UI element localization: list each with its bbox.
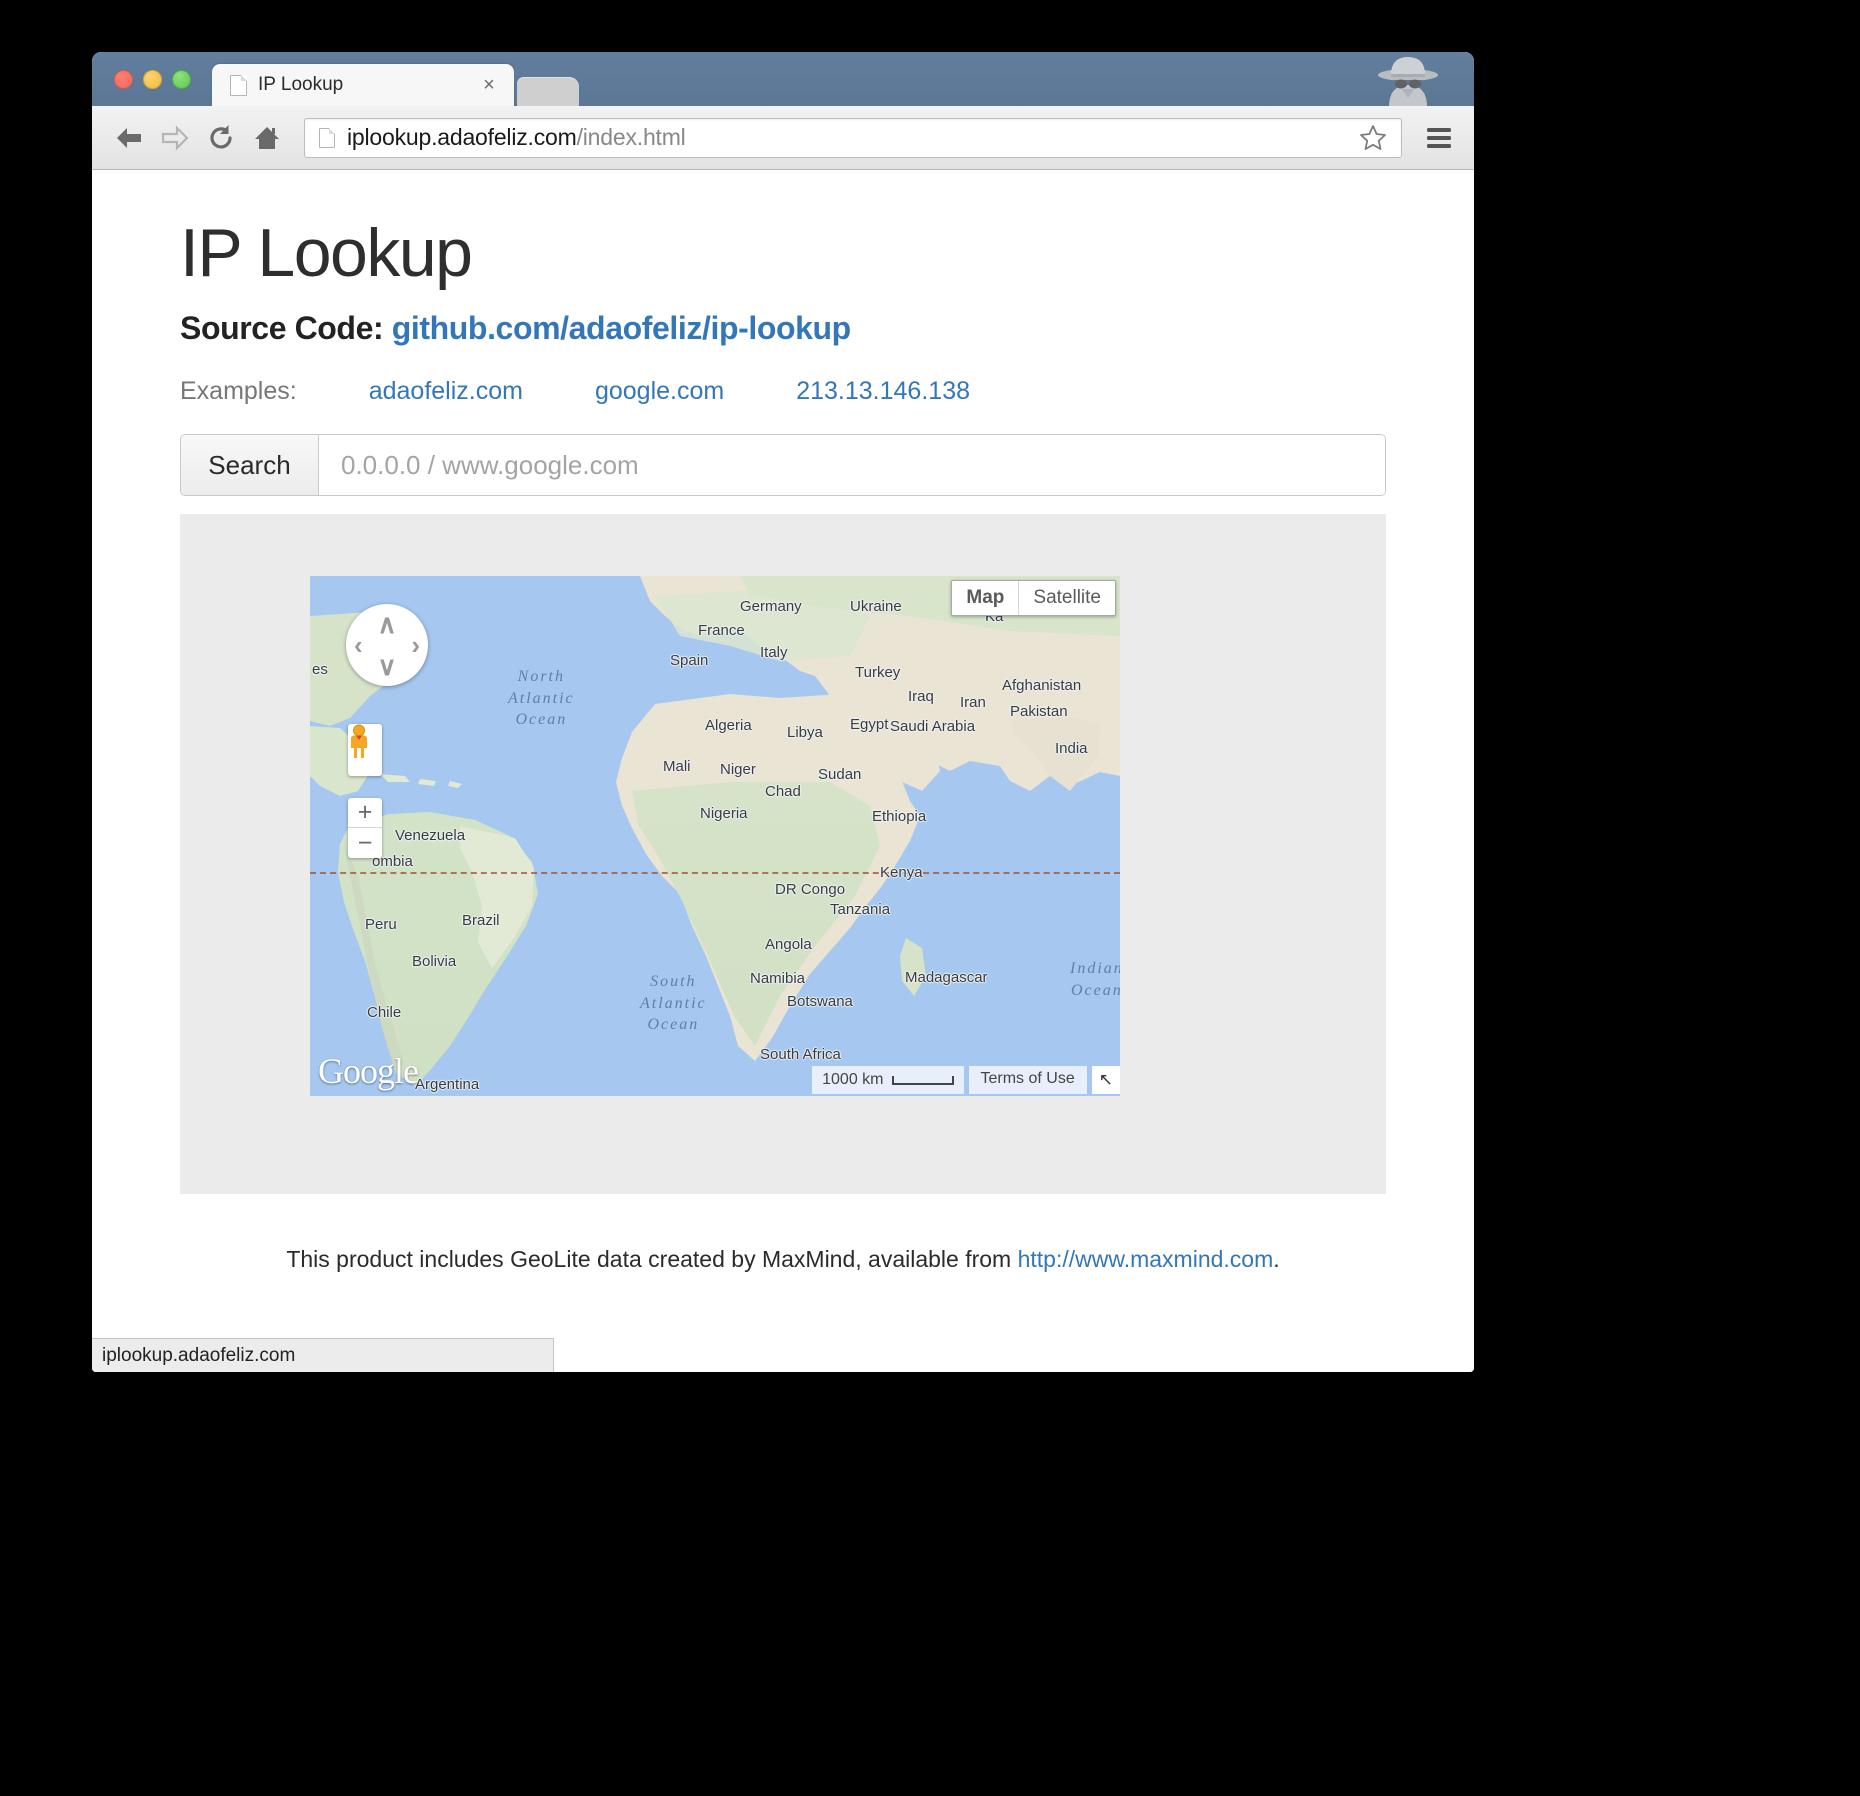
pegman-streetview-icon[interactable] bbox=[348, 724, 382, 777]
map-zoom-control: + − bbox=[348, 798, 382, 859]
terms-of-use-link[interactable]: Terms of Use bbox=[968, 1066, 1087, 1095]
url-text: iplookup.adaofeliz.com/index.html bbox=[347, 124, 686, 151]
url-path: /index.html bbox=[576, 124, 686, 150]
map-type-map-button[interactable]: Map bbox=[952, 581, 1020, 616]
google-logo: Google bbox=[318, 1051, 419, 1092]
scale-bar bbox=[891, 1075, 954, 1085]
map-scale-indicator: 1000 km bbox=[812, 1066, 964, 1095]
pan-down-icon[interactable]: ∨ bbox=[377, 653, 396, 679]
source-code-line: Source Code: github.com/adaofeliz/ip-loo… bbox=[180, 310, 1386, 347]
equator-line bbox=[310, 872, 1120, 875]
footer-text-before: This product includes GeoLite data creat… bbox=[286, 1246, 1018, 1273]
document-icon bbox=[230, 74, 247, 96]
window-traffic-lights bbox=[114, 70, 191, 89]
example-link-ip[interactable]: 213.13.146.138 bbox=[796, 377, 970, 406]
new-tab-button[interactable] bbox=[517, 77, 579, 106]
pan-up-icon[interactable]: ∧ bbox=[377, 611, 396, 637]
google-map[interactable]: Germany Ukraine France Italy Spain Turkey Ka Ir… bbox=[310, 576, 1120, 1097]
map-type-control: Map Satellite bbox=[951, 580, 1116, 617]
map-pan-control[interactable]: ∧ ∨ ‹ › bbox=[346, 604, 428, 687]
page-document-icon bbox=[319, 127, 335, 148]
zoom-window-button[interactable] bbox=[172, 70, 191, 89]
maxmind-link[interactable]: http://www.maxmind.com bbox=[1018, 1246, 1274, 1272]
browser-toolbar: iplookup.adaofeliz.com/index.html bbox=[92, 106, 1474, 170]
map-landmasses bbox=[310, 576, 1120, 1087]
home-icon[interactable] bbox=[244, 115, 290, 161]
tab-strip: IP Lookup × bbox=[212, 62, 579, 106]
source-code-label: Source Code: bbox=[180, 310, 384, 347]
browser-title-bar: IP Lookup × bbox=[92, 52, 1474, 107]
page-title: IP Lookup bbox=[180, 215, 473, 291]
incognito-spy-icon bbox=[1368, 53, 1448, 107]
source-code-link[interactable]: github.com/adaofeliz/ip-lookup bbox=[392, 310, 852, 346]
result-panel: Germany Ukraine France Italy Spain Turkey Ka Ir… bbox=[180, 514, 1386, 1195]
reload-icon[interactable] bbox=[198, 115, 244, 161]
examples-row: Examples: adaofeliz.com google.com 213.1… bbox=[180, 377, 1386, 406]
hamburger-menu-icon[interactable] bbox=[1418, 115, 1460, 161]
star-icon[interactable] bbox=[1358, 123, 1388, 153]
status-bar: iplookup.adaofeliz.com bbox=[92, 1338, 554, 1372]
example-link-google[interactable]: google.com bbox=[595, 377, 724, 406]
minimize-window-button[interactable] bbox=[143, 70, 162, 89]
search-input-group: Search bbox=[180, 434, 1386, 497]
address-bar[interactable]: iplookup.adaofeliz.com/index.html bbox=[304, 117, 1402, 158]
search-button[interactable]: Search bbox=[181, 435, 319, 496]
footer-attribution: This product includes GeoLite data creat… bbox=[180, 1246, 1386, 1273]
browser-tab-ip-lookup[interactable]: IP Lookup × bbox=[212, 64, 514, 106]
map-bottom-bar: 1000 km Terms of Use ↖ bbox=[812, 1066, 1120, 1095]
search-input[interactable] bbox=[319, 435, 1385, 496]
pan-left-icon[interactable]: ‹ bbox=[354, 632, 363, 658]
examples-label: Examples: bbox=[180, 377, 297, 406]
close-icon[interactable]: × bbox=[478, 74, 500, 96]
forward-arrow-icon[interactable] bbox=[152, 115, 198, 161]
close-window-button[interactable] bbox=[114, 70, 133, 89]
expand-arrow-icon[interactable]: ↖ bbox=[1091, 1066, 1120, 1095]
back-arrow-icon[interactable] bbox=[106, 115, 152, 161]
browser-window: IP Lookup × iplookup.adaofeliz.com/index… bbox=[92, 52, 1474, 1372]
url-host: iplookup.adaofeliz.com bbox=[347, 124, 577, 150]
pan-right-icon[interactable]: › bbox=[411, 632, 420, 658]
zoom-in-button[interactable]: + bbox=[348, 798, 382, 829]
map-type-satellite-button[interactable]: Satellite bbox=[1019, 581, 1115, 615]
page-viewport: IP Lookup Source Code: github.com/adaofe… bbox=[92, 170, 1474, 1372]
footer-text-after: . bbox=[1273, 1246, 1280, 1273]
example-link-adaofeliz[interactable]: adaofeliz.com bbox=[369, 377, 523, 406]
tab-title: IP Lookup bbox=[258, 74, 344, 95]
scale-label: 1000 km bbox=[822, 1071, 884, 1089]
zoom-out-button[interactable]: − bbox=[348, 828, 382, 858]
